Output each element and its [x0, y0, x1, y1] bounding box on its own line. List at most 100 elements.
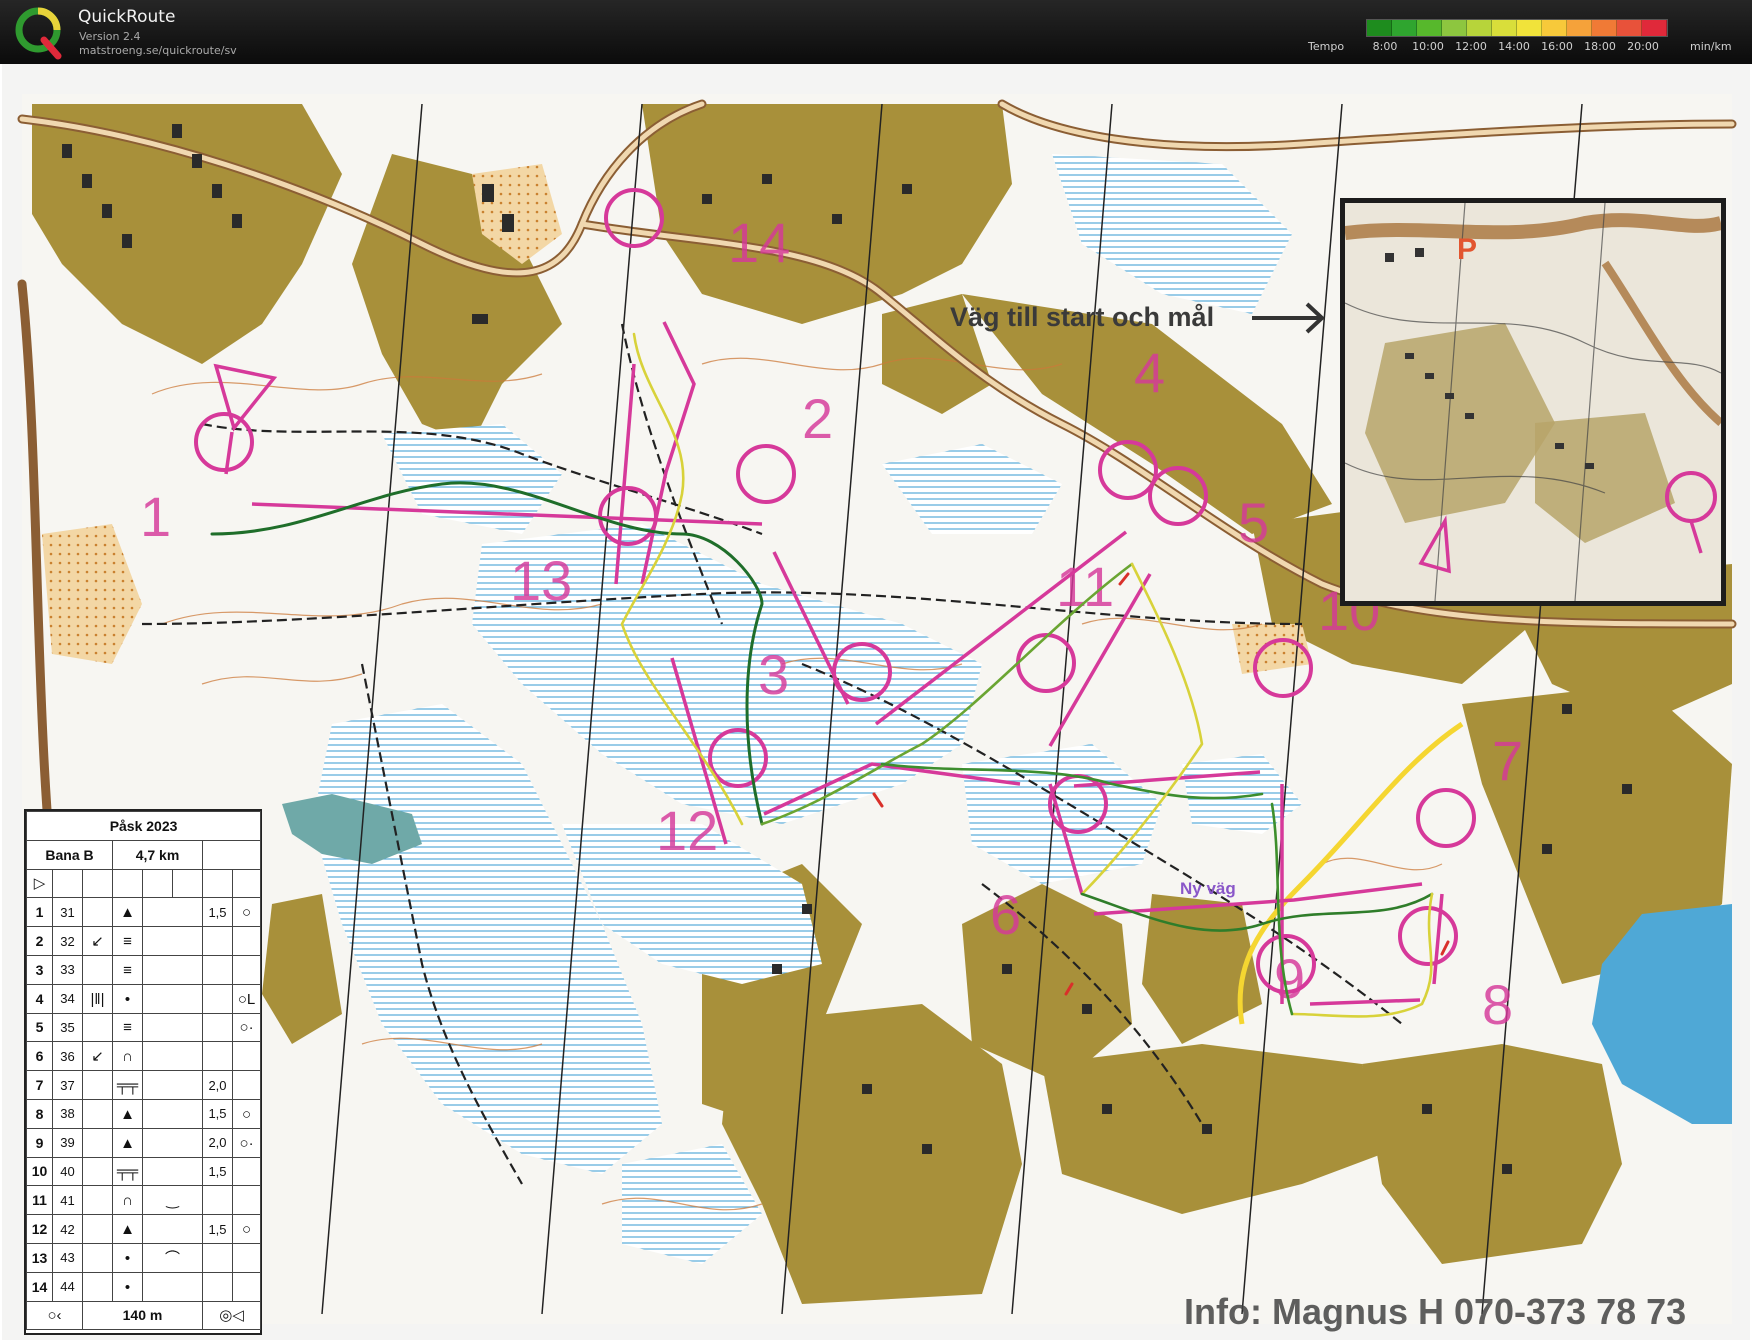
description-row: 10 40 ╤╤ 1,5	[26, 1156, 262, 1187]
control-code: 31	[52, 897, 83, 928]
control-order: 4	[26, 983, 53, 1014]
tempo-color-block	[1467, 20, 1492, 36]
tempo-color-block	[1492, 20, 1517, 36]
description-row: 2 32 ↙ ≡	[26, 926, 262, 956]
app-header: QuickRoute Version 2.4 matstroeng.se/qui…	[0, 0, 1752, 64]
course-length: 4,7 km	[112, 839, 203, 870]
control-number: 7	[1492, 729, 1523, 792]
description-cell: ○	[231, 1098, 262, 1129]
description-row: 14 44 •	[26, 1271, 262, 1302]
description-cell	[82, 1127, 113, 1158]
description-symbol-icon: ╤╤	[116, 1163, 139, 1181]
control-code: 43	[52, 1242, 83, 1273]
description-cell: ○·	[231, 1127, 262, 1158]
tempo-color-block	[1392, 20, 1417, 36]
finish-distance: 140 m	[82, 1300, 203, 1331]
description-symbol-icon: ○	[242, 904, 252, 922]
description-cell	[202, 1041, 233, 1072]
app-url[interactable]: matstroeng.se/quickroute/sv	[79, 44, 237, 57]
description-cell	[142, 1012, 203, 1043]
control-code: 38	[52, 1098, 83, 1129]
description-cell	[231, 1271, 262, 1302]
control-code: 42	[52, 1214, 83, 1244]
control-code: 35	[52, 1012, 83, 1043]
description-cell	[82, 1012, 113, 1043]
control-order: 9	[26, 1127, 53, 1158]
description-row: 6 36 ↙ ∩	[26, 1041, 262, 1072]
info-label: Info: Magnus H 070-373 78 73	[1184, 1291, 1686, 1332]
tempo-unit: min/km	[1690, 40, 1732, 53]
description-cell	[142, 1041, 203, 1072]
description-cell	[231, 1041, 262, 1072]
control-order: 3	[26, 954, 53, 985]
description-symbol-icon: ⌒	[164, 1249, 180, 1267]
description-symbol-icon: ↙	[91, 1048, 104, 1066]
tempo-tick-label: 16:00	[1541, 40, 1573, 53]
tempo-tick-label: 14:00	[1498, 40, 1530, 53]
control-number: 6	[990, 883, 1021, 946]
description-cell: 2,0	[202, 1127, 233, 1158]
description-cell	[202, 983, 233, 1014]
tempo-label: Tempo	[1308, 40, 1345, 53]
description-cell: ▲	[112, 897, 143, 928]
description-cell	[82, 1098, 113, 1129]
description-cell	[82, 1070, 113, 1100]
description-cell: ≡	[112, 1012, 143, 1043]
description-cell	[142, 1127, 203, 1158]
tempo-tick-label: 12:00	[1455, 40, 1487, 53]
description-cell	[142, 1070, 203, 1100]
description-cell: ≡	[112, 926, 143, 956]
description-cell	[202, 1242, 233, 1273]
description-cell	[82, 954, 113, 985]
tempo-color-block	[1617, 20, 1642, 36]
description-symbol-icon: •	[124, 990, 131, 1008]
description-cell	[142, 1214, 203, 1244]
description-symbol-icon: ╤╤	[116, 1077, 139, 1095]
description-cell: ↙	[82, 926, 113, 956]
description-cell: ≡	[112, 954, 143, 985]
description-symbol-icon: ∩	[122, 1192, 133, 1210]
control-order: 12	[26, 1214, 53, 1244]
description-cell	[142, 897, 203, 928]
description-cell: ‿	[142, 1185, 203, 1216]
description-cell: ╤╤	[112, 1070, 143, 1100]
description-cell: 2,0	[202, 1070, 233, 1100]
description-symbol-icon: •	[124, 1249, 131, 1267]
description-cell	[142, 926, 203, 956]
control-order: 8	[26, 1098, 53, 1129]
description-cell: ∩	[112, 1185, 143, 1216]
tempo-tick-label: 18:00	[1584, 40, 1616, 53]
tempo-color-block	[1567, 20, 1592, 36]
event-name: Påsk 2023	[25, 811, 262, 841]
start-symbol-icon: ▷	[26, 868, 53, 899]
control-order: 14	[26, 1271, 53, 1302]
description-cell	[202, 926, 233, 956]
tempo-color-block	[1417, 20, 1442, 36]
tempo-tick-label: 10:00	[1412, 40, 1444, 53]
description-symbol-icon: ▲	[120, 904, 135, 922]
description-cell	[82, 1271, 113, 1302]
description-cell: 1,5	[202, 1156, 233, 1187]
description-cell: 1,5	[202, 1098, 233, 1129]
control-code: 41	[52, 1185, 83, 1216]
description-cell: ⌒	[142, 1242, 203, 1273]
control-number: 3	[758, 643, 789, 706]
description-symbol-icon: ○·	[239, 1134, 254, 1152]
tempo-tick-label: 8:00	[1372, 40, 1398, 53]
control-number: 5	[1238, 491, 1269, 554]
control-order: 2	[26, 926, 53, 956]
control-code: 36	[52, 1041, 83, 1072]
orienteering-map[interactable]: 1 2 3 4 5 6 7 8 9 10 11 12 13 14 Väg till start och m…	[2, 64, 1750, 1340]
road-label: Väg till start och mål	[950, 302, 1214, 332]
new-road-label: Ny väg	[1180, 879, 1236, 898]
tempo-color-scale	[1366, 19, 1668, 37]
description-cell: ↙	[82, 1041, 113, 1072]
description-symbol-icon: ▲	[120, 1134, 135, 1152]
description-symbol-icon: ○L	[237, 990, 256, 1008]
description-row: 12 42 ▲ 1,5 ○	[26, 1214, 262, 1244]
description-cell: ∩	[112, 1041, 143, 1072]
description-cell: ▲	[112, 1098, 143, 1129]
description-symbol-icon: ▲	[120, 1105, 135, 1123]
description-row: 3 33 ≡	[26, 954, 262, 985]
description-cell	[142, 983, 203, 1014]
